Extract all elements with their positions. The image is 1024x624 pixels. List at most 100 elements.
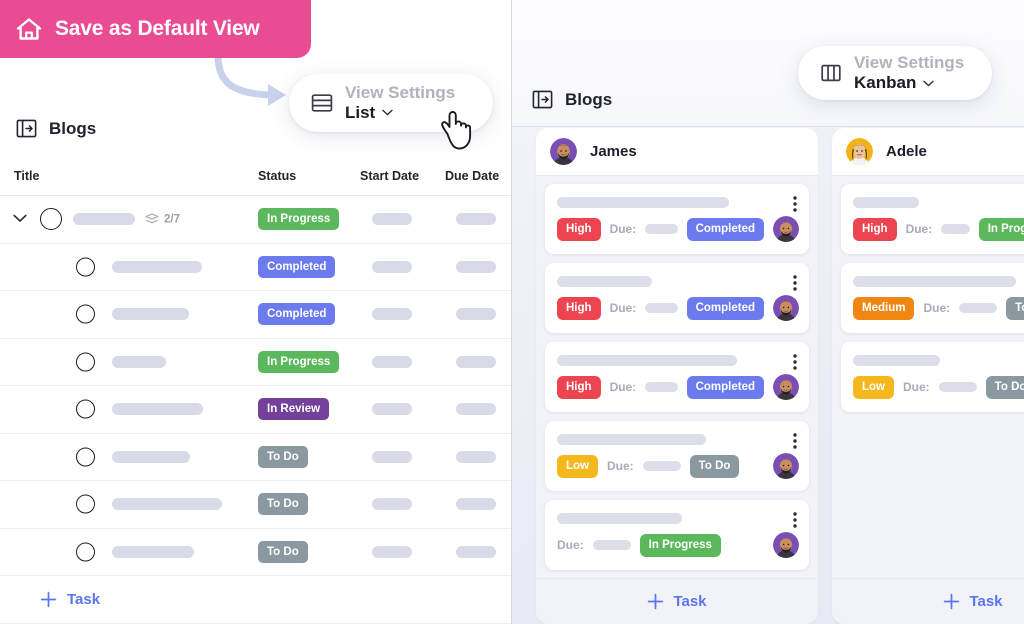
priority-badge[interactable]: Medium: [853, 296, 915, 320]
table-row[interactable]: To Do: [0, 481, 511, 529]
column-header-status[interactable]: Status: [258, 169, 296, 183]
add-task-row-kanban[interactable]: Task: [832, 578, 1024, 624]
kanban-card[interactable]: Low Due: To Do: [545, 421, 809, 491]
card-meta-row: Due: In Progress: [557, 532, 799, 558]
status-badge[interactable]: Completed: [686, 217, 764, 241]
status-badge[interactable]: Completed: [258, 255, 336, 278]
kanban-card[interactable]: Due: In Progress: [545, 500, 809, 570]
start-date-placeholder: [372, 213, 412, 226]
add-task-row-list[interactable]: Task: [0, 576, 511, 624]
task-status-circle[interactable]: [76, 542, 95, 562]
panel-expand-icon[interactable]: [532, 89, 553, 110]
more-options-icon[interactable]: [793, 196, 797, 212]
card-title-placeholder: [557, 513, 682, 524]
task-title-placeholder: [112, 403, 203, 416]
more-options-icon[interactable]: [793, 354, 797, 370]
due-date-placeholder: [959, 303, 998, 313]
column-header-due-date[interactable]: Due Date: [445, 169, 499, 183]
status-badge[interactable]: In Progress: [639, 533, 721, 557]
more-options-icon[interactable]: [793, 275, 797, 291]
status-badge[interactable]: In Progress: [258, 350, 340, 373]
avatar: [773, 216, 799, 242]
status-badge[interactable]: To Do: [1006, 296, 1024, 320]
task-status-circle[interactable]: [76, 304, 95, 324]
save-as-default-view-label: Save as Default View: [55, 17, 260, 40]
status-badge[interactable]: To Do: [258, 493, 308, 516]
table-row[interactable]: In Progress: [0, 339, 511, 386]
task-title-placeholder: [112, 545, 194, 558]
table-row[interactable]: To Do: [0, 434, 511, 481]
kanban-column-header[interactable]: James: [536, 128, 818, 176]
add-task-row-kanban[interactable]: Task: [536, 578, 818, 624]
column-header-title[interactable]: Title: [14, 169, 39, 183]
kanban-card[interactable]: High Due: Completed: [545, 184, 809, 254]
kanban-view-settings-caption: View Settings: [854, 53, 965, 72]
status-badge[interactable]: In Progress: [258, 208, 340, 231]
status-badge[interactable]: Completed: [686, 375, 764, 399]
task-status-circle[interactable]: [76, 494, 95, 514]
expand-caret-icon[interactable]: [13, 214, 27, 223]
status-badge[interactable]: Completed: [686, 296, 764, 320]
table-row[interactable]: In Review: [0, 386, 511, 434]
kanban-columns-icon: [821, 64, 841, 82]
start-date-placeholder: [372, 355, 412, 368]
status-badge[interactable]: To Do: [985, 375, 1024, 399]
due-date-placeholder: [941, 224, 970, 234]
priority-badge[interactable]: High: [557, 375, 601, 399]
task-status-circle[interactable]: [76, 399, 95, 419]
task-status-circle[interactable]: [76, 352, 95, 372]
kanban-column-header[interactable]: Adele: [832, 128, 1024, 176]
status-badge[interactable]: In Progress: [978, 217, 1024, 241]
column-header-start-date[interactable]: Start Date: [360, 169, 419, 183]
due-date-placeholder: [456, 308, 496, 321]
more-options-icon[interactable]: [793, 433, 797, 449]
table-row[interactable]: To Do: [0, 529, 511, 576]
kanban-column: James High Due: Completed High Due: Comp…: [536, 128, 818, 624]
due-label: Due:: [557, 538, 584, 552]
plus-icon: [944, 593, 960, 610]
view-settings-caption: View Settings: [345, 83, 456, 103]
card-title-placeholder: [557, 276, 652, 287]
due-date-placeholder: [456, 403, 496, 416]
table-row[interactable]: 2/7 In Progress: [0, 196, 511, 244]
task-status-circle[interactable]: [76, 257, 95, 277]
task-status-circle[interactable]: [40, 208, 62, 231]
save-as-default-view-banner[interactable]: Save as Default View: [0, 0, 311, 58]
table-row[interactable]: Completed: [0, 291, 511, 339]
priority-badge[interactable]: Low: [853, 375, 894, 399]
avatar: [846, 138, 873, 165]
table-row[interactable]: Completed: [0, 244, 511, 291]
view-settings-kanban-pill[interactable]: View Settings Kanban: [798, 46, 992, 100]
kanban-card[interactable]: High Due: In Progress: [841, 184, 1024, 254]
view-settings-list-pill[interactable]: View Settings List: [289, 74, 493, 150]
due-date-placeholder: [456, 498, 496, 511]
due-label: Due:: [609, 380, 637, 394]
status-badge[interactable]: Completed: [258, 303, 336, 326]
kanban-card[interactable]: High Due: Completed: [545, 263, 809, 333]
priority-badge[interactable]: High: [853, 217, 897, 241]
card-meta-row: Low Due: To Do: [557, 453, 799, 479]
start-date-placeholder: [372, 260, 412, 273]
kanban-view-settings-value: Kanban: [854, 73, 917, 92]
kanban-card[interactable]: Medium Due: To Do: [841, 263, 1024, 333]
start-date-placeholder: [372, 403, 412, 416]
chevron-down-icon[interactable]: [382, 109, 393, 116]
kanban-card[interactable]: Low Due: To Do: [841, 342, 1024, 412]
status-badge[interactable]: To Do: [258, 540, 308, 563]
task-list: 2/7 In Progress Completed Completed In Prog…: [0, 196, 511, 576]
card-title-placeholder: [557, 197, 729, 208]
status-badge[interactable]: To Do: [258, 445, 308, 468]
task-title-placeholder: [112, 498, 222, 511]
chevron-down-icon[interactable]: [923, 80, 935, 87]
more-options-icon[interactable]: [793, 512, 797, 528]
priority-badge[interactable]: High: [557, 296, 601, 320]
avatar: [773, 453, 799, 479]
kanban-card[interactable]: High Due: Completed: [545, 342, 809, 412]
card-meta-row: High Due: Completed: [557, 374, 799, 400]
task-status-circle[interactable]: [76, 447, 95, 467]
status-badge[interactable]: In Review: [258, 398, 330, 421]
panel-expand-icon[interactable]: [16, 118, 37, 139]
status-badge[interactable]: To Do: [689, 454, 740, 478]
priority-badge[interactable]: Low: [557, 454, 598, 478]
priority-badge[interactable]: High: [557, 217, 601, 241]
